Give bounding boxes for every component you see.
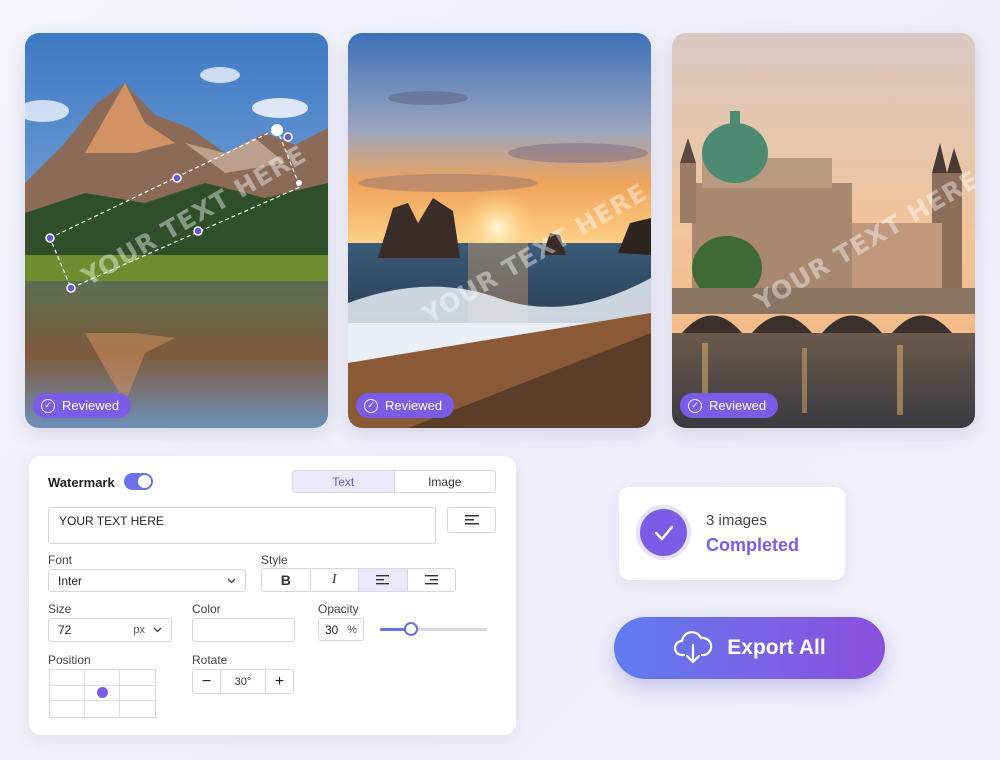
position-middle-left[interactable] — [50, 685, 85, 702]
size-label: Size — [48, 602, 72, 616]
rotate-decrease-button[interactable]: − — [193, 670, 220, 693]
city-bridge-image — [672, 33, 975, 428]
color-label: Color — [192, 602, 221, 616]
chevron-down-icon[interactable] — [153, 627, 162, 633]
completed-badge — [640, 509, 687, 556]
watermark-text-input[interactable]: YOUR TEXT HERE — [48, 507, 436, 544]
text-align-button[interactable] — [447, 507, 496, 533]
image-card-mountain[interactable]: YOUR TEXT HERE ✓ Reviewed — [25, 33, 328, 428]
watermark-label: Watermark — [48, 475, 115, 490]
opacity-value: 30 — [325, 622, 339, 637]
export-all-button[interactable]: Export All — [614, 617, 885, 679]
position-center[interactable] — [85, 685, 120, 702]
position-bottom-right[interactable] — [120, 701, 155, 717]
check-circle-icon: ✓ — [364, 398, 378, 413]
font-select[interactable]: Inter — [48, 569, 246, 592]
image-card-city[interactable]: YOUR TEXT HERE ✓ Reviewed — [672, 33, 975, 428]
image-card-beach[interactable]: YOUR TEXT HERE ✓ Reviewed — [348, 33, 651, 428]
tab-text[interactable]: Text — [293, 471, 395, 492]
position-middle-right[interactable] — [120, 686, 155, 702]
reviewed-badge: ✓ Reviewed — [33, 393, 132, 418]
reviewed-label: Reviewed — [709, 398, 767, 413]
opacity-label: Opacity — [318, 602, 359, 616]
rotate-label: Rotate — [192, 653, 228, 667]
font-label: Font — [48, 553, 73, 567]
watermark-toggle[interactable] — [124, 473, 153, 490]
italic-button[interactable]: I — [311, 569, 359, 591]
size-value: 72 — [58, 623, 72, 637]
opacity-unit: % — [347, 623, 357, 636]
export-all-label: Export All — [727, 636, 826, 659]
style-label: Style — [261, 553, 288, 567]
position-bottom-left[interactable] — [50, 701, 85, 717]
sunset-beach-image — [348, 33, 651, 428]
check-circle-icon: ✓ — [41, 398, 55, 413]
watermark-settings-panel: Watermark Text Image YOUR TEXT HERE Font… — [29, 456, 516, 735]
rotate-value[interactable]: 30° — [220, 670, 266, 693]
position-top-right[interactable] — [120, 670, 155, 686]
align-left-icon — [376, 575, 390, 585]
cloud-download-icon — [674, 631, 713, 664]
watermark-type-tabs: Text Image — [292, 470, 496, 493]
image-count: 3 images — [706, 512, 767, 529]
export-status-card: 3 images Completed — [619, 487, 845, 580]
align-left-button[interactable] — [359, 569, 408, 591]
bold-button[interactable]: B — [262, 569, 311, 591]
rotate-stepper: − 30° + — [192, 669, 294, 694]
text-style-group: B I — [261, 568, 456, 592]
reviewed-badge: ✓ Reviewed — [680, 393, 779, 418]
position-bottom-center[interactable] — [85, 701, 120, 717]
check-circle-icon: ✓ — [688, 398, 702, 413]
position-top-left[interactable] — [50, 670, 85, 686]
chevron-down-icon — [227, 578, 236, 583]
size-input[interactable]: 72 px — [48, 618, 172, 642]
color-input[interactable] — [192, 618, 295, 642]
reviewed-label: Reviewed — [385, 398, 443, 413]
size-unit: px — [133, 624, 145, 636]
position-label: Position — [48, 653, 91, 667]
font-value: Inter — [58, 573, 83, 588]
status-text: Completed — [706, 535, 800, 555]
reviewed-badge: ✓ Reviewed — [356, 393, 455, 418]
position-grid — [49, 669, 156, 718]
toggle-knob — [138, 475, 151, 488]
align-right-icon — [424, 575, 438, 585]
reviewed-label: Reviewed — [62, 398, 120, 413]
rotate-increase-button[interactable]: + — [266, 670, 293, 693]
checkmark-icon — [654, 525, 673, 540]
align-left-icon — [464, 515, 479, 525]
opacity-input[interactable]: 30 % — [318, 618, 364, 641]
position-top-center[interactable] — [85, 670, 120, 686]
opacity-slider-thumb[interactable] — [404, 622, 418, 636]
tab-image[interactable]: Image — [395, 471, 496, 492]
align-right-button[interactable] — [408, 569, 456, 591]
